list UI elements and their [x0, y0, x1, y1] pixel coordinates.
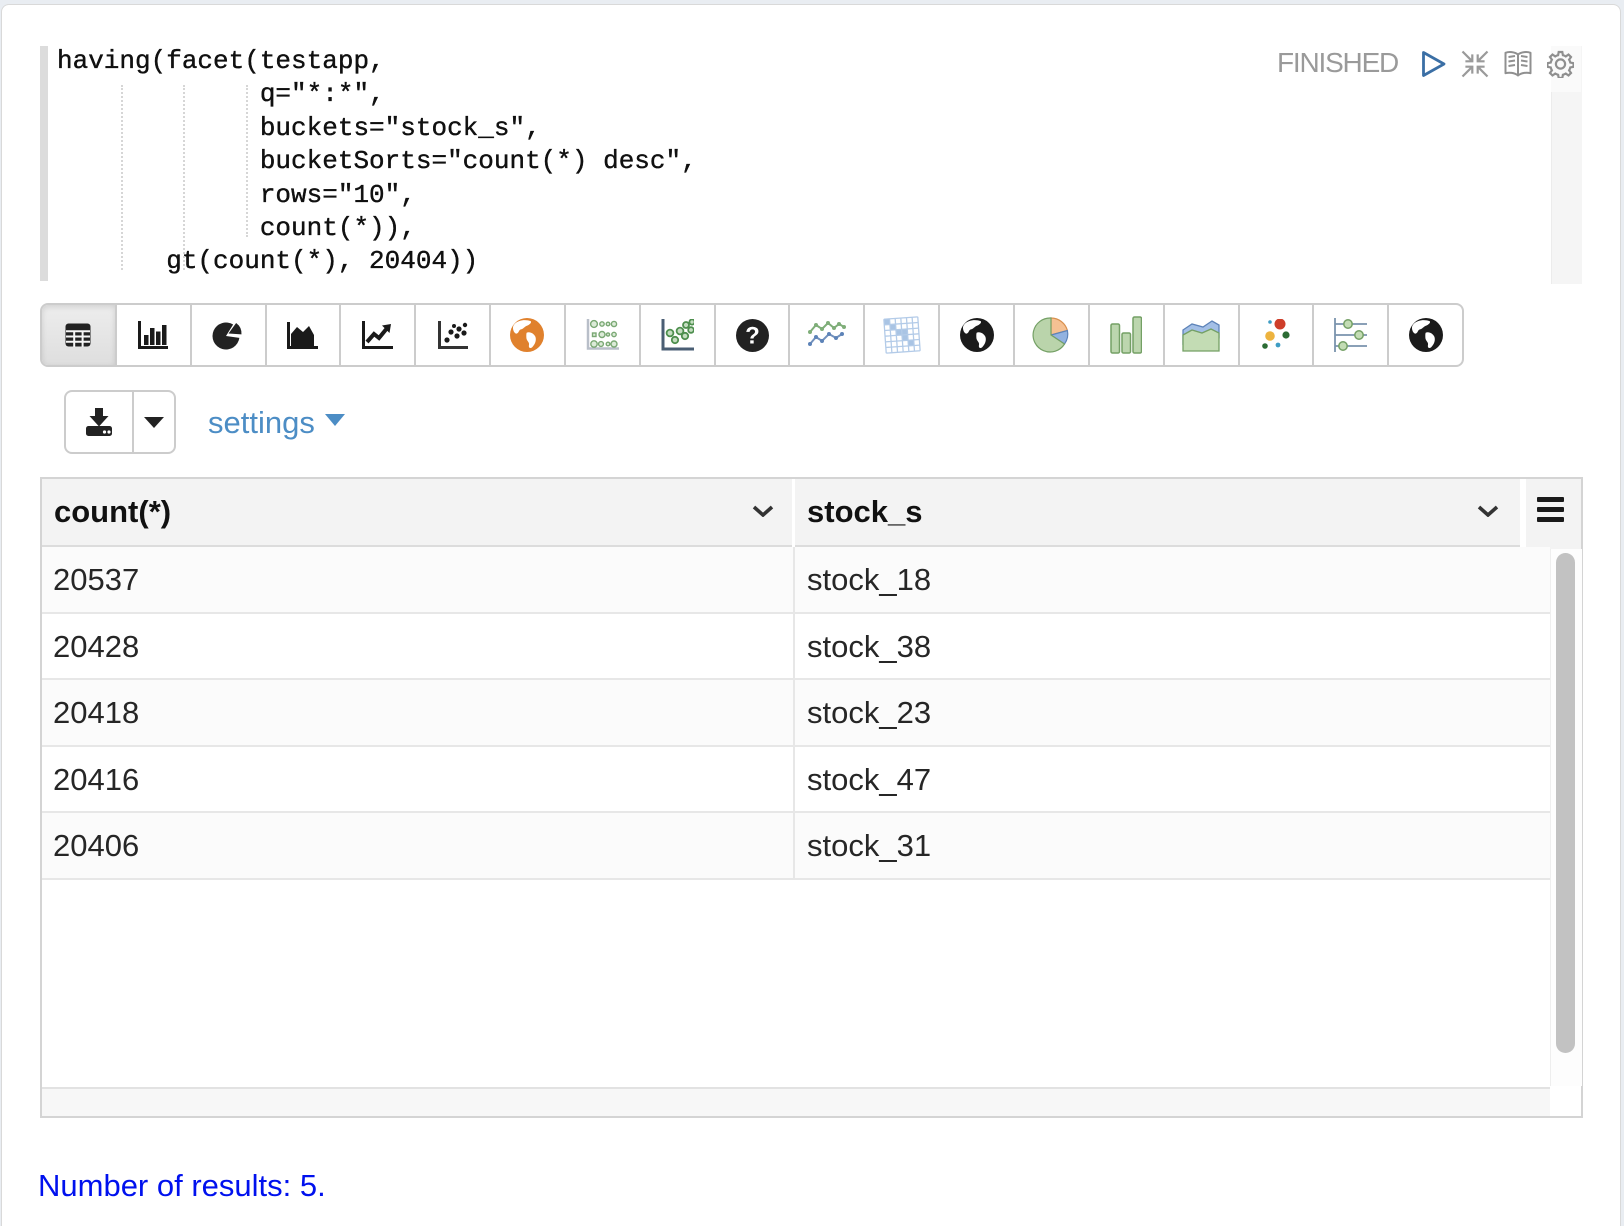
svg-text:?: ?	[745, 322, 760, 349]
